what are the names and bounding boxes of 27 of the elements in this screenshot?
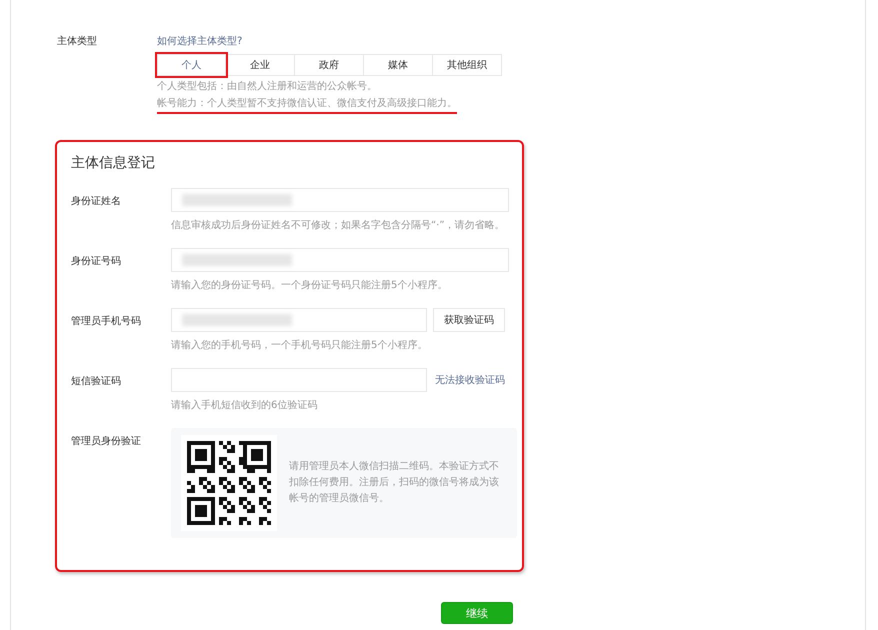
input-field[interactable]	[171, 248, 509, 272]
note-text: 帐号能力：个人类型暂不支持微信认证、微信支付及高级接口能力。	[157, 96, 457, 114]
type-tab[interactable]: 企业	[226, 54, 295, 76]
qr-code-icon	[187, 441, 271, 525]
field-label: 管理员手机号码	[71, 314, 142, 329]
field-label: 身份证号码	[71, 255, 122, 269]
field-label: 管理员身份验证	[71, 435, 142, 449]
get-code-button[interactable]: 获取验证码	[433, 308, 505, 332]
hint-text: 请输入手机短信收到的6位验证码	[171, 398, 318, 412]
type-tab[interactable]: 个人	[157, 54, 226, 76]
qr-instructions: 请用管理员本人微信扫描二维码。本验证方式不扣除任何费用。注册后，扫码的微信号将成为该帐号的管理员微信号。	[289, 460, 500, 506]
hint-text: 信息审核成功后身份证姓名不可修改；如果名字包含分隔号“·”，请勿省略。	[171, 218, 506, 232]
hint-text: 请输入您的身份证号码。一个身份证号码只能注册5个小程序。	[171, 278, 448, 292]
hint-text: 请输入您的手机号码，一个手机号码只能注册5个小程序。	[171, 338, 428, 352]
field-label: 短信验证码	[71, 375, 122, 389]
section-title: 主体信息登记	[71, 154, 156, 172]
type-tab[interactable]: 其他组织	[433, 54, 502, 76]
input-field[interactable]	[171, 188, 509, 212]
input-field[interactable]	[171, 308, 427, 332]
note-text: 个人类型包括：由自然人注册和运营的公众帐号。	[157, 80, 378, 93]
help-link[interactable]: 如何选择主体类型?	[157, 34, 502, 48]
field-label: 身份证姓名	[71, 195, 122, 209]
field-label: 主体类型	[57, 34, 98, 49]
no-code-link[interactable]: 无法接收验证码	[435, 373, 505, 387]
type-tab[interactable]: 政府	[295, 54, 364, 76]
input-field[interactable]	[171, 368, 427, 392]
type-tab[interactable]: 媒体	[364, 54, 433, 76]
